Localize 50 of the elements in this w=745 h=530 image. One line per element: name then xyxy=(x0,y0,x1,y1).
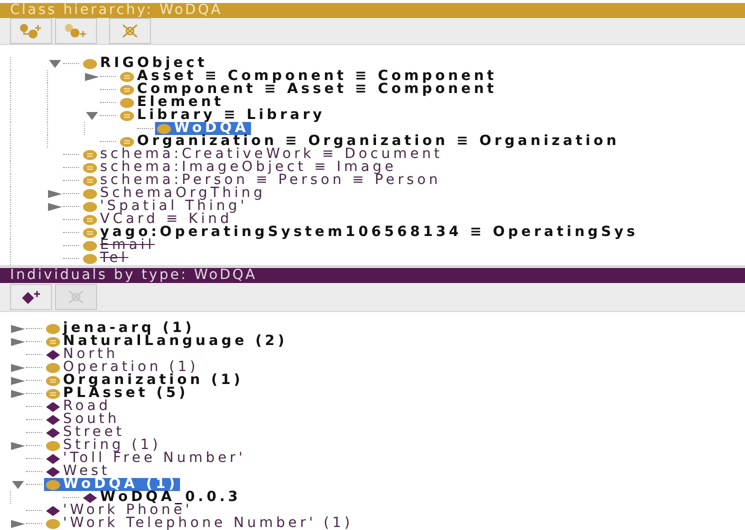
tree-item[interactable]: 'Spatial Thing' xyxy=(81,200,250,213)
tree-item[interactable]: WoDQA xyxy=(155,122,251,135)
add-individual-button[interactable] xyxy=(10,284,52,310)
tree-item[interactable]: 'Toll Free Number' xyxy=(44,452,248,465)
tree-item[interactable]: Element xyxy=(118,96,226,109)
collapsed-arrow-icon[interactable] xyxy=(10,324,26,334)
collapsed-arrow-icon[interactable] xyxy=(47,188,63,198)
tree-item[interactable]: PLAsset (5) xyxy=(44,387,190,400)
tree-item[interactable]: schema:ImageObject ≡ Image xyxy=(81,161,399,174)
tree-item[interactable]: 'Work Telephone Number' (1) xyxy=(44,517,356,530)
collapsed-arrow-icon[interactable] xyxy=(47,202,63,212)
tree-item[interactable]: schema:Person ≡ Person ≡ Person xyxy=(81,174,444,187)
tree-item[interactable]: South xyxy=(44,413,122,426)
tree-item[interactable]: Asset ≡ Component ≡ Component xyxy=(118,70,499,83)
collapsed-arrow-icon[interactable] xyxy=(10,518,26,528)
tree-item[interactable]: 'Work Phone' xyxy=(44,504,194,517)
collapsed-arrow-icon[interactable] xyxy=(10,440,26,450)
tree-item[interactable]: RIGObject xyxy=(81,57,210,70)
tree-item[interactable]: Email xyxy=(81,239,157,252)
tree-item[interactable]: String (1) xyxy=(44,439,164,452)
tree-item[interactable]: West xyxy=(44,465,112,478)
expanded-arrow-icon[interactable] xyxy=(84,110,100,120)
tree-item[interactable]: SchemaOrgThing xyxy=(81,187,268,200)
tree-item[interactable]: VCard ≡ Kind xyxy=(81,213,234,226)
panel-title: Individuals by type: WoDQA xyxy=(0,268,745,283)
tree-item[interactable]: Tel xyxy=(81,252,130,265)
tree-item[interactable]: Library ≡ Library xyxy=(118,109,328,122)
tree-item[interactable]: yago:OperatingSystem106568134 ≡ OperatingSys xyxy=(81,226,640,239)
add-subclass-icon xyxy=(18,23,44,39)
tree-item[interactable]: Component ≡ Asset ≡ Component xyxy=(118,83,499,96)
add-sibling-icon xyxy=(63,23,89,39)
tree-item[interactable]: North xyxy=(44,348,120,361)
tree-item[interactable]: Street xyxy=(44,426,127,439)
expanded-arrow-icon[interactable] xyxy=(10,480,26,490)
tree-item[interactable]: WoDQA_0.0.3 xyxy=(81,491,243,504)
panel-title: Class hierarchy: WoDQA xyxy=(0,3,745,18)
tree-item[interactable]: Organization (1) xyxy=(44,374,246,387)
tree-item[interactable]: NaturalLanguage (2) xyxy=(44,335,290,348)
collapsed-arrow-icon[interactable] xyxy=(10,388,26,398)
tree-item[interactable]: Operation (1) xyxy=(44,361,201,374)
tree-item[interactable]: WoDQA (1) xyxy=(44,478,180,491)
tree-item[interactable]: schema:CreativeWork ≡ Document xyxy=(81,148,445,161)
collapsed-arrow-icon[interactable] xyxy=(10,336,26,346)
collapsed-arrow-icon[interactable] xyxy=(84,72,100,82)
tree-item[interactable]: jena-arq (1) xyxy=(44,322,197,335)
collapsed-arrow-icon[interactable] xyxy=(10,362,26,372)
expanded-arrow-icon[interactable] xyxy=(47,58,63,68)
tree-item[interactable]: Organization ≡ Organization ≡ Organization xyxy=(118,135,622,148)
collapsed-arrow-icon[interactable] xyxy=(10,376,26,386)
tree-item[interactable]: Road xyxy=(44,400,113,413)
